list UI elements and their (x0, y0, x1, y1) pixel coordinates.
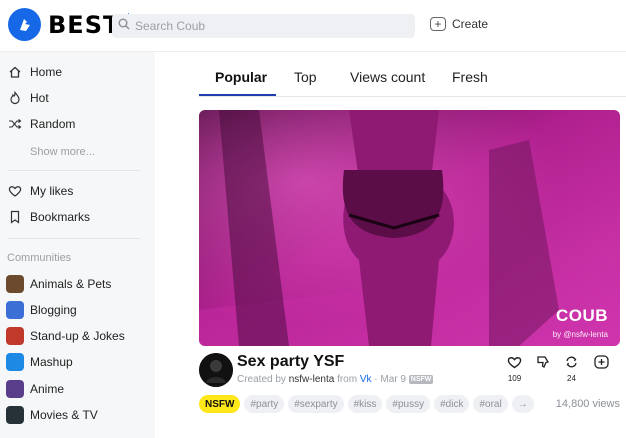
animals-pets-icon (6, 275, 24, 293)
communities-heading: Communities (7, 252, 72, 264)
sidebar-item-mashup[interactable]: Mashup (6, 353, 73, 371)
sidebar-item-my-likes[interactable]: My likes (8, 184, 73, 198)
coub-watermark-author: by @nsfw-lenta (552, 330, 608, 339)
nsfw-badge: NSFW (408, 374, 434, 384)
movies-tv-icon (6, 406, 24, 424)
sidebar-item-label: Mashup (30, 355, 73, 369)
post-title[interactable]: Sex party YSF (237, 353, 344, 371)
like-count: 109 (507, 374, 522, 383)
sidebar-item-animals-pets[interactable]: Animals & Pets (6, 275, 111, 293)
tag-list: NSFW #party #sexparty #kiss #pussy #dick… (199, 394, 538, 414)
tag-nsfw[interactable]: NSFW (199, 395, 241, 413)
sidebar-item-label: Bookmarks (30, 210, 91, 224)
sidebar-item-hot[interactable]: Hot (8, 91, 49, 105)
sidebar-item-label: Home (30, 65, 63, 79)
heart-icon (507, 355, 522, 371)
search-icon (118, 17, 130, 35)
recoub-count: 24 (567, 374, 576, 383)
search-bar[interactable] (112, 14, 415, 38)
sidebar-item-label: Random (30, 117, 76, 131)
dislike-button[interactable] (536, 355, 550, 371)
like-button[interactable]: 109 (507, 355, 522, 383)
sidebar-item-anime[interactable]: Anime (6, 380, 64, 398)
fire-icon (8, 91, 22, 105)
thumbs-down-icon (536, 355, 550, 371)
created-by-text: Created by (237, 374, 286, 385)
sidebar-item-standup-jokes[interactable]: Stand-up & Jokes (6, 327, 125, 345)
show-more-link[interactable]: Show more... (30, 146, 95, 158)
mashup-icon (6, 353, 24, 371)
sidebar-item-label: Animals & Pets (30, 277, 112, 291)
sidebar-item-label: Anime (30, 382, 65, 396)
recoub-icon (564, 355, 579, 371)
tab-top[interactable]: Top (294, 69, 317, 85)
video-player[interactable]: COUB by @nsfw-lenta (199, 110, 620, 346)
more-tags-button[interactable]: → (511, 395, 534, 413)
tag-item[interactable]: #kiss (347, 395, 383, 413)
tab-views-count[interactable]: Views count (350, 69, 425, 85)
tag-item[interactable]: #sexparty (288, 395, 344, 413)
sidebar-item-label: Blogging (30, 303, 77, 317)
heart-icon (8, 184, 22, 198)
feed-tabs: Popular Top Views count Fresh (199, 66, 626, 97)
sidebar-divider (8, 170, 140, 171)
home-icon (8, 65, 22, 79)
logo-mark-icon (8, 8, 41, 41)
sidebar-item-home[interactable]: Home (8, 65, 62, 79)
sidebar: Home Hot Random Show more... My likes Bo… (0, 52, 155, 438)
author-link[interactable]: nsfw-lenta (289, 374, 335, 385)
post-date: Mar 9 (380, 374, 406, 385)
post-meta: Created by nsfw-lenta from Vk · Mar 9 NS… (237, 374, 434, 385)
tab-popular[interactable]: Popular (215, 69, 267, 85)
sidebar-item-label: Hot (30, 91, 49, 105)
create-button[interactable]: + Create (430, 17, 488, 31)
view-count: 14,800 views (555, 398, 620, 410)
blogging-icon (6, 301, 24, 319)
meta-separator: · (374, 374, 378, 385)
tag-item[interactable]: #oral (473, 395, 508, 413)
sidebar-divider (8, 238, 140, 239)
standup-jokes-icon (6, 327, 24, 345)
top-header: BEST 2021 + Create (0, 0, 626, 52)
author-avatar[interactable] (199, 353, 233, 387)
tag-item[interactable]: #dick (434, 395, 470, 413)
sidebar-item-bookmarks[interactable]: Bookmarks (8, 210, 90, 224)
anime-icon (6, 380, 24, 398)
active-tab-indicator (199, 94, 276, 96)
bookmark-icon (8, 210, 22, 224)
plus-box-icon (594, 355, 609, 371)
create-label: Create (452, 17, 489, 31)
sidebar-item-blogging[interactable]: Blogging (6, 301, 77, 319)
sidebar-item-label: My likes (30, 184, 74, 198)
shuffle-icon (8, 117, 22, 131)
search-input[interactable] (135, 19, 395, 33)
from-text: from (337, 374, 358, 385)
sidebar-item-random[interactable]: Random (8, 117, 75, 131)
logo-word: BEST (48, 10, 121, 39)
plus-icon: + (430, 17, 446, 31)
main-feed: Popular Top Views count Fresh COUB by @n… (155, 52, 626, 438)
tag-item[interactable]: #pussy (386, 395, 431, 413)
sidebar-item-label: Stand-up & Jokes (30, 329, 125, 343)
tab-fresh[interactable]: Fresh (452, 69, 488, 85)
sidebar-item-movies-tv[interactable]: Movies & TV (6, 406, 98, 424)
coub-watermark: COUB (555, 306, 608, 325)
tag-item[interactable]: #party (244, 395, 285, 413)
add-to-collection-button[interactable] (594, 355, 609, 371)
source-link[interactable]: Vk (360, 374, 372, 385)
recoub-button[interactable]: 24 (564, 355, 579, 383)
sidebar-item-label: Movies & TV (30, 408, 98, 422)
